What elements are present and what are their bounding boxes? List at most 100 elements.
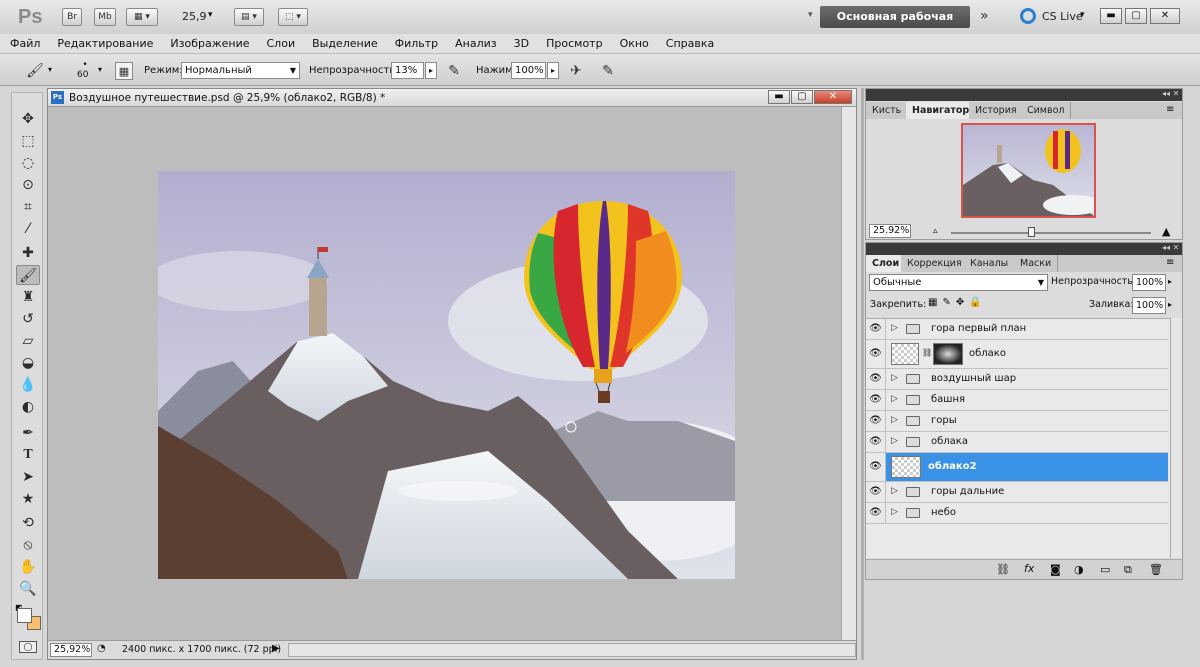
menu-file[interactable]: Файл	[0, 34, 48, 53]
zoom-dropdown-icon[interactable]: ▾	[208, 10, 213, 20]
3d-rotate-tool-icon[interactable]: ⟲	[16, 513, 40, 533]
expand-arrow-icon[interactable]: ▷	[891, 323, 898, 333]
layer-thumbnail[interactable]	[891, 456, 921, 478]
zoom-in-icon[interactable]: ▲	[1162, 225, 1170, 238]
horizontal-scrollbar[interactable]	[288, 643, 856, 657]
clone-stamp-tool-icon[interactable]: ♜	[16, 287, 40, 307]
type-tool-icon[interactable]: T	[16, 445, 40, 465]
panel-header[interactable]	[866, 243, 1182, 255]
brush-tool-preset-icon[interactable]: 🖌	[26, 62, 44, 80]
blend-mode-select[interactable]: Обычные ▼	[869, 274, 1048, 291]
workspace-button[interactable]: Основная рабочая среда	[820, 6, 970, 45]
expand-arrow-icon[interactable]: ▷	[891, 373, 898, 383]
doc-restore-button[interactable]: ▢	[791, 90, 813, 104]
layer-style-icon[interactable]: fx	[1024, 562, 1034, 575]
panel-menu-icon[interactable]: ≡	[1166, 104, 1174, 115]
delete-layer-icon[interactable]: 🗑	[1149, 563, 1163, 576]
menu-view[interactable]: Просмотр	[537, 34, 610, 53]
tab-history[interactable]: История	[969, 102, 1024, 119]
fill-input[interactable]: 100%	[1132, 297, 1166, 314]
layer-row[interactable]: 👁 ▷ башня	[866, 390, 1168, 411]
dropdown-icon[interactable]: ▾	[808, 10, 813, 20]
cs-live-label[interactable]: CS Live	[1042, 10, 1083, 23]
quick-selection-tool-icon[interactable]: ⊙	[16, 175, 40, 195]
close-button[interactable]: ✕	[1150, 8, 1180, 24]
visibility-eye-icon[interactable]: 👁	[866, 482, 886, 502]
paint-bucket-tool-icon[interactable]: ◒	[16, 353, 40, 373]
airbrush-icon[interactable]: ✈	[567, 62, 585, 80]
new-group-icon[interactable]: ▭	[1100, 563, 1110, 576]
zoom-tool-icon[interactable]: 🔍	[16, 579, 40, 599]
layer-row[interactable]: 👁 ▷ горы дальние	[866, 482, 1168, 503]
marquee-tool-icon[interactable]: ⬚	[16, 131, 40, 151]
minibridge-button[interactable]: Mb	[94, 8, 116, 26]
layer-row[interactable]: 👁 ⛓ облако	[866, 340, 1168, 369]
blur-tool-icon[interactable]: 💧	[16, 375, 40, 395]
tab-brush[interactable]: Кисть	[866, 102, 909, 119]
path-selection-tool-icon[interactable]: ➤	[16, 467, 40, 487]
status-icon[interactable]: ◔	[97, 643, 106, 654]
layer-thumbnail[interactable]	[891, 343, 919, 365]
foreground-color-swatch[interactable]	[17, 608, 32, 623]
arrange-documents-button[interactable]: ▤ ▾	[234, 8, 264, 26]
cs-live-dropdown-icon[interactable]: ▾	[1080, 10, 1085, 20]
history-brush-tool-icon[interactable]: ↺	[16, 309, 40, 329]
lasso-tool-icon[interactable]: ◌	[16, 153, 40, 173]
doc-close-button[interactable]: ✕	[814, 90, 852, 104]
pen-tool-icon[interactable]: ✒	[16, 423, 40, 443]
hand-tool-icon[interactable]: ✋	[16, 557, 40, 577]
opacity-slider-button[interactable]: ▸	[425, 62, 437, 79]
preset-dropdown-icon[interactable]: ▾	[48, 65, 52, 74]
panel-menu-icon[interactable]: ≡	[1166, 257, 1174, 268]
quick-mask-icon[interactable]: ◯	[19, 641, 37, 653]
expand-arrow-icon[interactable]: ▷	[891, 507, 898, 517]
status-menu-arrow-icon[interactable]: ▶	[272, 643, 280, 654]
layer-opacity-input[interactable]: 100%	[1132, 274, 1166, 291]
eyedropper-tool-icon[interactable]: ⁄	[16, 219, 40, 239]
visibility-eye-icon[interactable]: 👁	[866, 390, 886, 410]
view-extras-button[interactable]: ▦ ▾	[126, 8, 158, 26]
artwork-canvas[interactable]	[158, 171, 735, 579]
layer-row[interactable]: 👁 ▷ воздушный шар	[866, 369, 1168, 390]
visibility-eye-icon[interactable]: 👁	[866, 411, 886, 431]
navigator-zoom-slider-thumb[interactable]	[1028, 227, 1035, 237]
doc-minimize-button[interactable]: ▬	[768, 90, 790, 104]
move-tool-icon[interactable]: ✥	[16, 109, 40, 129]
tab-adjustments[interactable]: Коррекция	[901, 255, 969, 272]
bridge-button[interactable]: Br	[62, 8, 82, 26]
navigator-zoom-input[interactable]: 25.92%	[869, 224, 911, 238]
panel-divider[interactable]	[861, 88, 864, 660]
expand-arrow-icon[interactable]: ▷	[891, 415, 898, 425]
fill-slider-icon[interactable]: ▸	[1168, 300, 1172, 309]
panel-collapse-icon[interactable]: ◂◂ ✕	[1162, 243, 1179, 252]
menu-analysis[interactable]: Анализ	[446, 34, 505, 53]
new-layer-icon[interactable]: ⧉	[1124, 563, 1132, 577]
maximize-button[interactable]: ▢	[1125, 8, 1147, 24]
tablet-opacity-icon[interactable]: ✎	[445, 62, 463, 80]
flow-input[interactable]: 100%	[511, 62, 546, 79]
dodge-tool-icon[interactable]: ◐	[16, 397, 40, 417]
layer-row[interactable]: 👁 ▷ гора первый план	[866, 319, 1168, 340]
visibility-eye-icon[interactable]: 👁	[866, 319, 886, 339]
expand-arrow-icon[interactable]: ▷	[891, 394, 898, 404]
panel-collapse-icon[interactable]: ◂◂ ✕	[1162, 89, 1179, 98]
layer-opacity-slider-icon[interactable]: ▸	[1168, 277, 1172, 286]
healing-brush-tool-icon[interactable]: ✚	[16, 243, 40, 263]
visibility-eye-icon[interactable]: 👁	[866, 503, 886, 523]
visibility-eye-icon[interactable]: 👁	[866, 453, 886, 481]
crop-tool-icon[interactable]: ⌗	[16, 197, 40, 217]
layer-row[interactable]: 👁 ▷ горы	[866, 411, 1168, 432]
layer-mask-thumbnail[interactable]	[933, 343, 963, 365]
menu-help[interactable]: Справка	[657, 34, 722, 53]
eraser-tool-icon[interactable]: ▱	[16, 331, 40, 351]
menu-select[interactable]: Выделение	[303, 34, 386, 53]
brush-dropdown-icon[interactable]: ▾	[98, 65, 102, 74]
vertical-scrollbar[interactable]	[841, 107, 856, 640]
minimize-button[interactable]: ▬	[1100, 8, 1122, 24]
tab-masks[interactable]: Маски	[1014, 255, 1059, 272]
lock-icons[interactable]: ▦✎✥🔒	[928, 297, 987, 308]
menu-layers[interactable]: Слои	[258, 34, 304, 53]
status-zoom-input[interactable]: 25,92%	[50, 643, 92, 657]
3d-orbit-tool-icon[interactable]: ⦸	[16, 535, 40, 555]
menu-window[interactable]: Окно	[611, 34, 657, 53]
